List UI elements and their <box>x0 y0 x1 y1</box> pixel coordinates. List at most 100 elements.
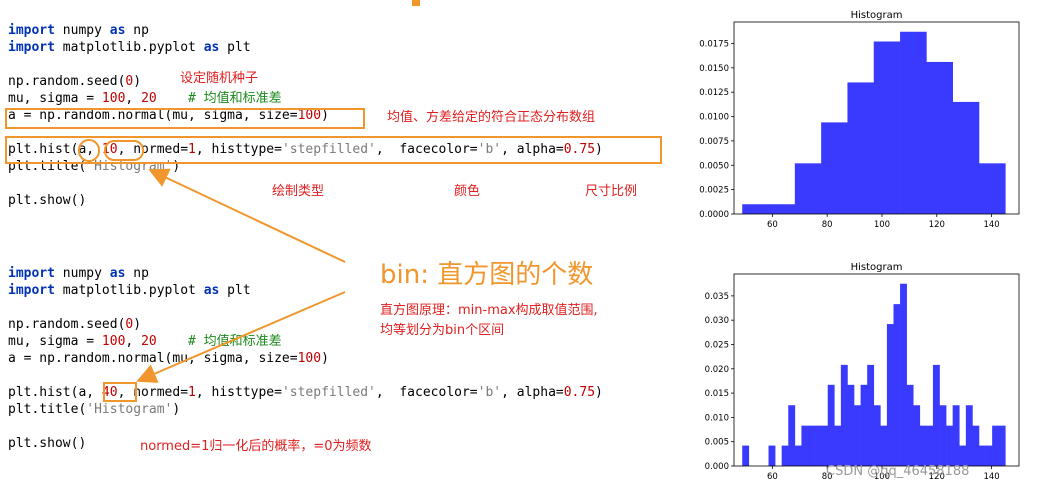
code-line: plt.title('Histogram') <box>8 401 603 418</box>
histogram-bar <box>814 425 822 466</box>
y-tick-label: 0.0175 <box>699 39 729 49</box>
code-token: import <box>8 23 55 38</box>
code-token: ) <box>172 402 181 417</box>
bins-desc-line-2: 均等划分为bin个区间 <box>380 323 505 338</box>
code-token: as <box>203 283 220 298</box>
histogram-bar <box>827 384 835 466</box>
histtype-note: 绘制类型 <box>272 184 325 199</box>
y-tick-label: 0.0100 <box>699 113 729 123</box>
y-tick-label: 0.0025 <box>699 186 729 196</box>
code-token: , alpha= <box>501 385 564 400</box>
x-tick-label: 60 <box>767 220 778 230</box>
histogram-bar <box>781 445 789 466</box>
histogram-bar <box>952 405 960 466</box>
normal-line-box <box>5 108 365 129</box>
code-token: 'b' <box>477 385 502 400</box>
histogram-bar <box>873 41 901 214</box>
histogram-bar <box>840 364 848 466</box>
code-token: as <box>203 40 220 55</box>
bins-desc-line-1: 直方图原理：min-max构成取值范围, <box>380 303 598 318</box>
histogram-bar <box>854 405 861 466</box>
histogram-bar <box>906 384 914 466</box>
histogram-bar <box>880 425 888 466</box>
histogram-bar <box>847 384 855 466</box>
histogram-bar <box>801 425 809 466</box>
code-line: np.random.seed(0) <box>8 73 603 90</box>
code-token: numpy <box>54 266 110 281</box>
code-token: # 均值和标准差 <box>188 91 282 106</box>
y-tick-label: 0.0075 <box>699 137 729 147</box>
x-tick-label: 140 <box>983 220 999 230</box>
code-line: mu, sigma = 100, 20 # 均值和标准差 <box>8 90 603 107</box>
code-token: plt.title( <box>8 402 87 417</box>
code-token: as <box>109 266 126 281</box>
histogram-bar <box>821 122 848 214</box>
y-tick-label: 0.020 <box>705 365 729 375</box>
histogram-bar <box>788 405 796 466</box>
code-token: import <box>8 266 55 281</box>
x-tick-label: 60 <box>767 472 778 482</box>
x-tick-label: 120 <box>929 220 945 230</box>
code-token: 1 <box>188 385 196 400</box>
code-token: import <box>8 283 55 298</box>
histogram-bar <box>768 445 776 466</box>
code-token: , <box>125 334 142 349</box>
seed-note: 设定随机种子 <box>180 71 259 86</box>
normal-note: 均值、方差给定的符合正态分布数组 <box>387 110 596 125</box>
histogram-bar <box>900 283 907 466</box>
x-tick-label: 80 <box>822 220 833 230</box>
histogram-bar <box>893 304 901 466</box>
code-token: np <box>125 266 149 281</box>
code-token: a = np.random.normal(mu, sigma, size= <box>8 351 298 366</box>
normed-note: normed=1归一化后的概率，=0为频数 <box>140 439 372 454</box>
histogram-bar <box>932 364 940 466</box>
arg-a-circle <box>78 139 100 162</box>
histogram-bar <box>998 425 1006 466</box>
code-token: plt.hist(a, <box>8 385 102 400</box>
code-token: , histtype= <box>195 385 282 400</box>
histogram-bar <box>952 101 980 214</box>
histogram-bar <box>867 364 875 466</box>
histogram-bar <box>965 405 973 466</box>
code-token: mu, sigma = <box>8 91 102 106</box>
watermark: CSDN @qq_46458188 <box>826 464 970 479</box>
histogram-bar <box>972 425 980 466</box>
code-token: 0.75 <box>563 385 596 400</box>
code-line: plt.hist(a, 40, normed=1, histtype='step… <box>8 384 603 401</box>
histogram-bar <box>946 425 953 466</box>
top-accent-mark <box>412 0 420 6</box>
code-token: ) <box>321 351 329 366</box>
code-token: plt.show() <box>8 193 87 208</box>
histogram-bar <box>794 445 802 466</box>
y-tick-label: 0.010 <box>705 413 729 423</box>
y-tick-label: 0.030 <box>705 316 729 326</box>
bins-10-box <box>104 140 144 161</box>
code-token: plt <box>219 40 251 55</box>
code-line: import numpy as np <box>8 22 603 39</box>
histogram-chart-40-bins: Histogram60 80 100 120 1400.0000.0050.0100.0… <box>705 262 1020 482</box>
histogram-bar <box>860 384 868 466</box>
code-token: np <box>125 23 149 38</box>
y-tick-label: 0.000 <box>705 462 729 472</box>
code-token: plt.show() <box>8 436 87 451</box>
y-tick-label: 0.015 <box>705 389 729 399</box>
y-tick-label: 0.0150 <box>699 64 729 74</box>
y-tick-label: 0.005 <box>705 438 729 448</box>
y-tick-label: 0.0125 <box>699 88 729 98</box>
bins-40-box <box>103 382 137 402</box>
histogram-bar <box>913 405 921 466</box>
y-tick-label: 0.0050 <box>699 161 729 171</box>
code-token: , facecolor= <box>375 385 478 400</box>
histogram-bar <box>959 445 967 466</box>
histogram-bar <box>794 163 822 214</box>
x-tick-label: 140 <box>983 472 999 482</box>
histogram-bar <box>992 425 1000 466</box>
alpha-note: 尺寸比例 <box>585 184 638 199</box>
code-token: numpy <box>54 23 110 38</box>
code-token: ) <box>133 74 142 89</box>
